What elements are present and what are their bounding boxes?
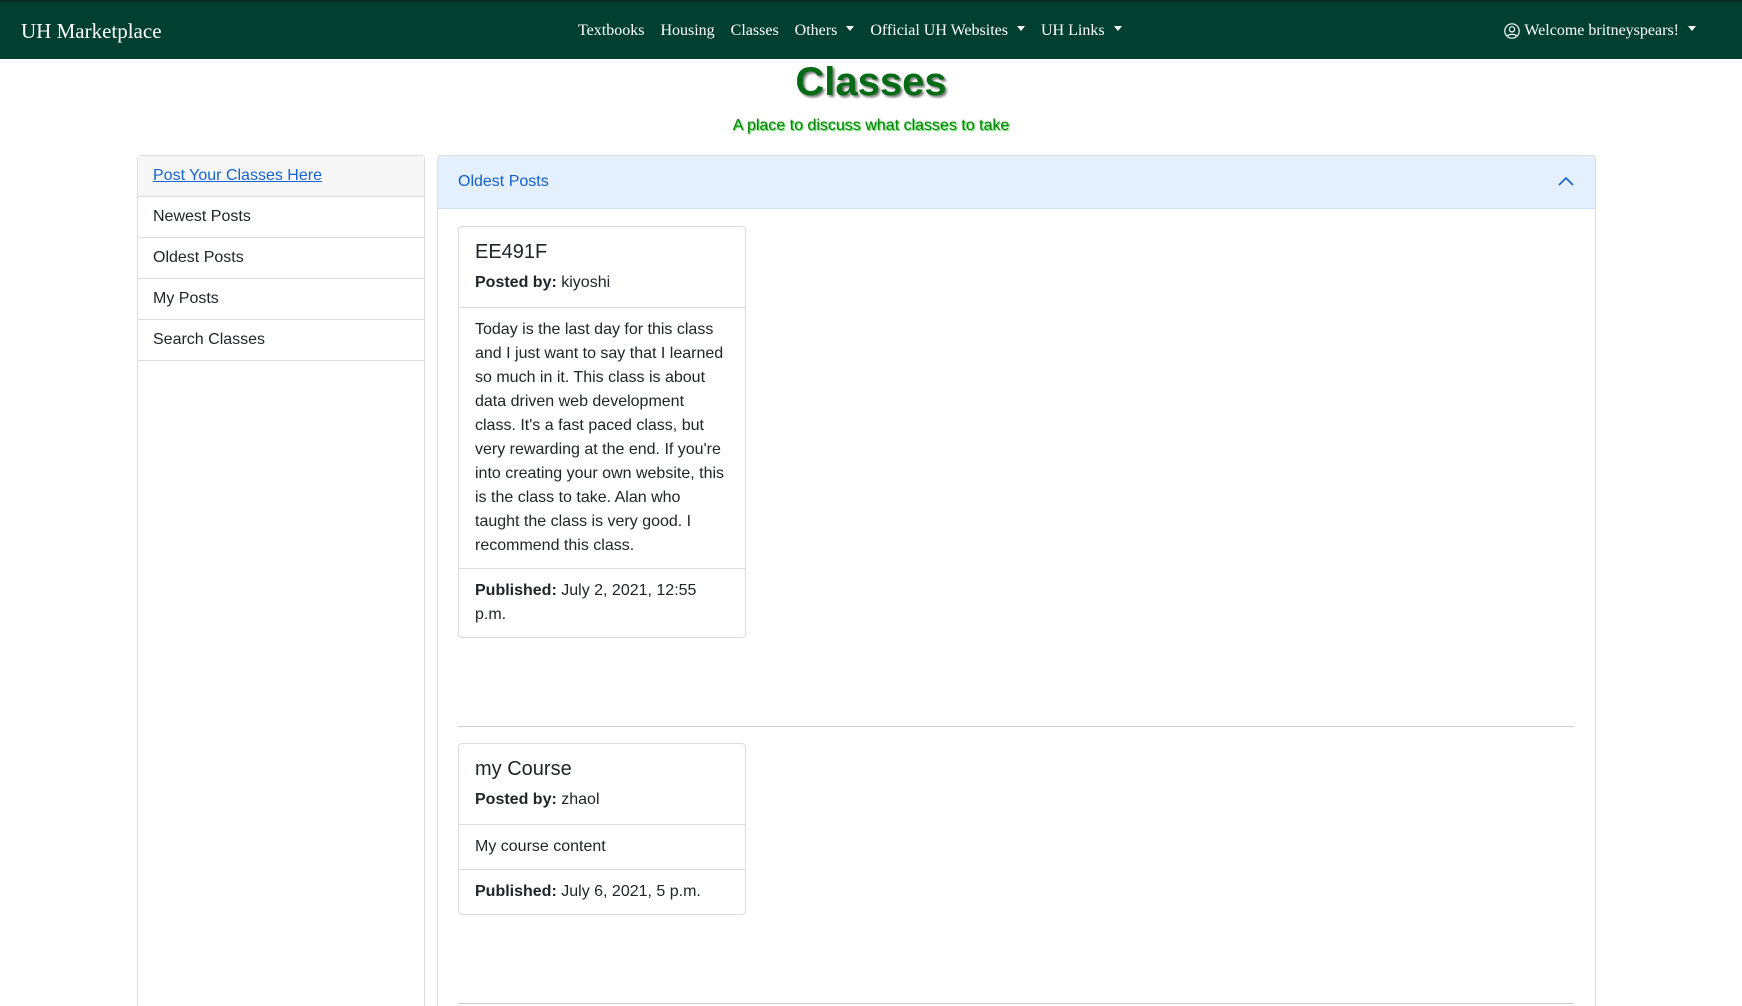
user-circle-icon: [1504, 22, 1521, 39]
sidebar-item-newest-posts[interactable]: Newest Posts: [138, 197, 424, 238]
nav-item-textbooks[interactable]: Textbooks: [578, 22, 644, 40]
page-title: Classes: [795, 60, 947, 104]
accordion-title: Oldest Posts: [458, 173, 549, 190]
nav-menu: Textbooks Housing Classes Others Officia…: [578, 2, 1138, 59]
user-welcome-label: Welcome britneyspears!: [1524, 21, 1679, 39]
posted-by-label: Posted by:: [475, 791, 557, 808]
published-label: Published:: [475, 883, 557, 900]
post-card: EE491F Posted by: kiyoshi Today is the l…: [458, 226, 746, 638]
posts-list: EE491F Posted by: kiyoshi Today is the l…: [438, 209, 1595, 1006]
author-name: kiyoshi: [561, 274, 611, 291]
chevron-up-icon: [1558, 176, 1574, 186]
sidebar-item-oldest-posts[interactable]: Oldest Posts: [138, 238, 424, 279]
caret-down-icon: [1113, 26, 1122, 31]
post-published: Published: July 6, 2021, 5 p.m.: [459, 870, 745, 914]
published-date: July 6, 2021, 5 p.m.: [561, 883, 701, 900]
post-header: EE491F Posted by: kiyoshi: [459, 227, 745, 308]
brand-link[interactable]: UH Marketplace: [21, 19, 162, 44]
caret-down-icon: [846, 26, 855, 31]
nav-dropdown-uh-links[interactable]: UH Links: [1041, 22, 1122, 40]
nav-dropdown-official-uh-websites[interactable]: Official UH Websites: [870, 22, 1025, 40]
post-author: Posted by: zhaol: [475, 791, 729, 809]
user-dropdown[interactable]: Welcome britneyspears!: [1504, 2, 1696, 59]
page-subtitle: A place to discuss what classes to take: [732, 117, 1010, 134]
post-body: Today is the last day for this class and…: [459, 308, 745, 569]
post-title: my Course: [475, 758, 572, 780]
post-card: my Course Posted by: zhaol My course con…: [458, 743, 746, 915]
post-body: My course content: [459, 825, 745, 870]
posts-panel: Oldest Posts EE491F Posted by: kiyoshi T…: [437, 155, 1596, 1006]
posted-by-label: Posted by:: [475, 274, 557, 291]
nav-item-housing[interactable]: Housing: [660, 22, 714, 40]
post-divider: [458, 1003, 1574, 1004]
nav-dropdown-others[interactable]: Others: [795, 22, 855, 40]
nav-item-classes[interactable]: Classes: [731, 22, 779, 40]
post-title: EE491F: [475, 241, 548, 263]
sidebar-item-search-classes[interactable]: Search Classes: [138, 320, 424, 361]
post-header: my Course Posted by: zhaol: [459, 744, 745, 825]
post-published: Published: July 2, 2021, 12:55 p.m.: [459, 569, 745, 637]
post-author: Posted by: kiyoshi: [475, 274, 729, 292]
post-your-classes-link[interactable]: Post Your Classes Here: [138, 156, 424, 197]
accordion-header[interactable]: Oldest Posts: [438, 156, 1595, 209]
author-name: zhaol: [561, 791, 600, 808]
sidebar-item-my-posts[interactable]: My Posts: [138, 279, 424, 320]
caret-down-icon: [1016, 26, 1025, 31]
caret-down-icon: [1688, 26, 1696, 31]
sidebar: Post Your Classes Here Newest Posts Olde…: [137, 155, 425, 1006]
published-label: Published:: [475, 582, 557, 599]
top-navbar: UH Marketplace Textbooks Housing Classes…: [0, 0, 1742, 59]
